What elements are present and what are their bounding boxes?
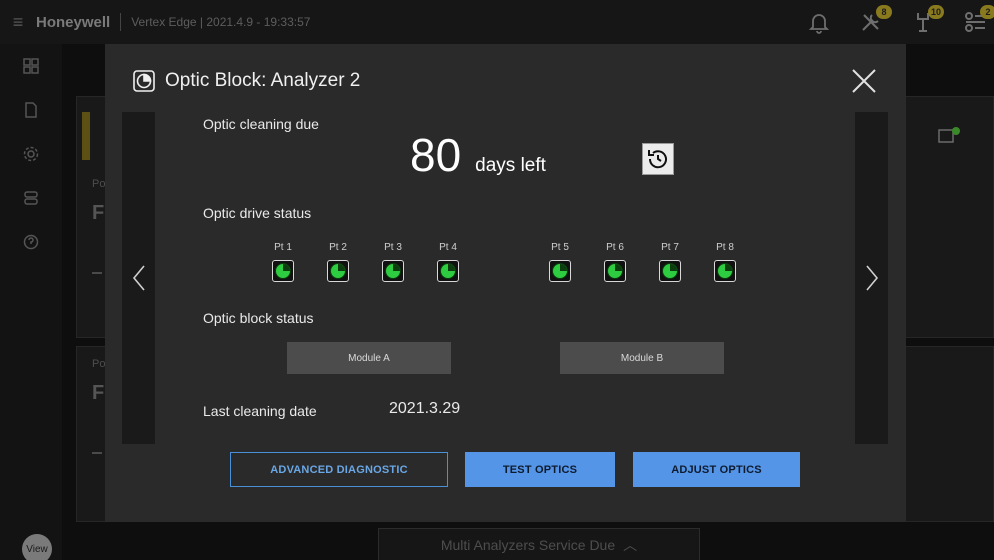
module-a-button[interactable]: Module A	[287, 342, 451, 374]
top-icons: 8 10 2	[806, 0, 994, 44]
optic-block-dialog: Optic Block: Analyzer 2 Optic cleaning d…	[105, 44, 906, 522]
service-due-bar[interactable]: Multi Analyzers Service Due ︿	[378, 528, 700, 560]
days-left-value: 80	[410, 129, 462, 181]
module-b-button[interactable]: Module B	[560, 342, 724, 374]
status-ok-icon	[327, 260, 349, 282]
test-optics-button[interactable]: TEST OPTICS	[465, 452, 615, 487]
gear-icon[interactable]	[0, 132, 62, 176]
last-cleaning-label: Last cleaning date	[203, 403, 317, 419]
drive-point[interactable]: Pt 5	[545, 242, 575, 282]
drive-point[interactable]: Pt 8	[710, 242, 740, 282]
message-icon	[938, 126, 962, 151]
service-due-text: Multi Analyzers Service Due	[440, 536, 616, 553]
report-icon[interactable]	[0, 88, 62, 132]
background-text: Po	[92, 178, 106, 190]
top-bar: ≡ Honeywell Vertex Edge | 2021.4.9 - 19:…	[0, 0, 994, 44]
status-ok-icon	[549, 260, 571, 282]
view-button[interactable]: View	[22, 534, 52, 560]
service-icon[interactable]: 10	[910, 5, 944, 35]
hamburger-icon[interactable]: ≡	[0, 12, 36, 33]
drive-point-label: Pt 1	[274, 242, 292, 253]
next-button[interactable]	[855, 112, 888, 444]
background-status-bar	[82, 112, 90, 160]
brand-logo: Honeywell	[36, 13, 111, 31]
chevron-left-icon	[132, 265, 145, 291]
list-settings-icon[interactable]: 2	[962, 5, 994, 35]
background-dash	[92, 272, 102, 274]
previous-button[interactable]	[122, 112, 155, 444]
history-button[interactable]	[642, 143, 674, 175]
drive-point-label: Pt 2	[329, 242, 347, 253]
app-subtitle: Vertex Edge | 2021.4.9 - 19:33:57	[131, 15, 311, 29]
optic-block-icon	[133, 70, 155, 92]
bell-icon[interactable]	[806, 9, 832, 35]
divider	[120, 13, 122, 31]
dashboard-icon[interactable]	[0, 44, 62, 88]
drive-point-label: Pt 3	[384, 242, 402, 253]
days-left-display: 80 days left	[410, 132, 546, 178]
cleaning-due-label: Optic cleaning due	[203, 116, 319, 132]
status-ok-icon	[382, 260, 404, 282]
background-text: F	[92, 382, 105, 404]
block-status-label: Optic block status	[203, 310, 314, 326]
background-dash	[92, 452, 102, 454]
advanced-diagnostic-button[interactable]: ADVANCED DIAGNOSTIC	[230, 452, 448, 487]
drive-point-label: Pt 7	[661, 242, 679, 253]
drive-point[interactable]: Pt 2	[323, 242, 353, 282]
service-badge: 10	[928, 5, 944, 19]
devices-icon[interactable]	[0, 176, 62, 220]
chevron-up-icon: ︿	[623, 536, 638, 553]
drive-point[interactable]: Pt 1	[268, 242, 298, 282]
status-ok-icon	[714, 260, 736, 282]
status-ok-icon	[659, 260, 681, 282]
drive-point-label: Pt 8	[716, 242, 734, 253]
list-badge: 2	[980, 5, 994, 19]
drive-point-label: Pt 6	[606, 242, 624, 253]
tools-icon[interactable]: 8	[858, 5, 892, 35]
drive-point-label: Pt 4	[439, 242, 457, 253]
drive-point[interactable]: Pt 4	[433, 242, 463, 282]
drive-point-label: Pt 5	[551, 242, 569, 253]
last-cleaning-value: 2021.3.29	[389, 400, 461, 417]
status-ok-icon	[272, 260, 294, 282]
drive-status-label: Optic drive status	[203, 205, 312, 221]
status-ok-icon	[604, 260, 626, 282]
background-text: Po	[92, 358, 106, 370]
dialog-title-text: Optic Block: Analyzer 2	[165, 70, 361, 91]
drive-point[interactable]: Pt 3	[378, 242, 408, 282]
left-nav: View	[0, 44, 62, 560]
background-text: F	[92, 202, 105, 224]
days-left-unit: days left	[475, 155, 546, 176]
status-ok-icon	[437, 260, 459, 282]
history-icon	[648, 150, 667, 169]
close-icon[interactable]	[849, 66, 879, 96]
adjust-optics-button[interactable]: ADJUST OPTICS	[633, 452, 800, 487]
help-icon[interactable]	[0, 220, 62, 264]
drive-point[interactable]: Pt 6	[600, 242, 630, 282]
drive-point[interactable]: Pt 7	[655, 242, 685, 282]
dialog-title: Optic Block: Analyzer 2	[133, 70, 360, 92]
chevron-right-icon	[865, 265, 878, 291]
screen: ≡ Honeywell Vertex Edge | 2021.4.9 - 19:…	[0, 0, 994, 560]
tools-badge: 8	[876, 5, 892, 19]
